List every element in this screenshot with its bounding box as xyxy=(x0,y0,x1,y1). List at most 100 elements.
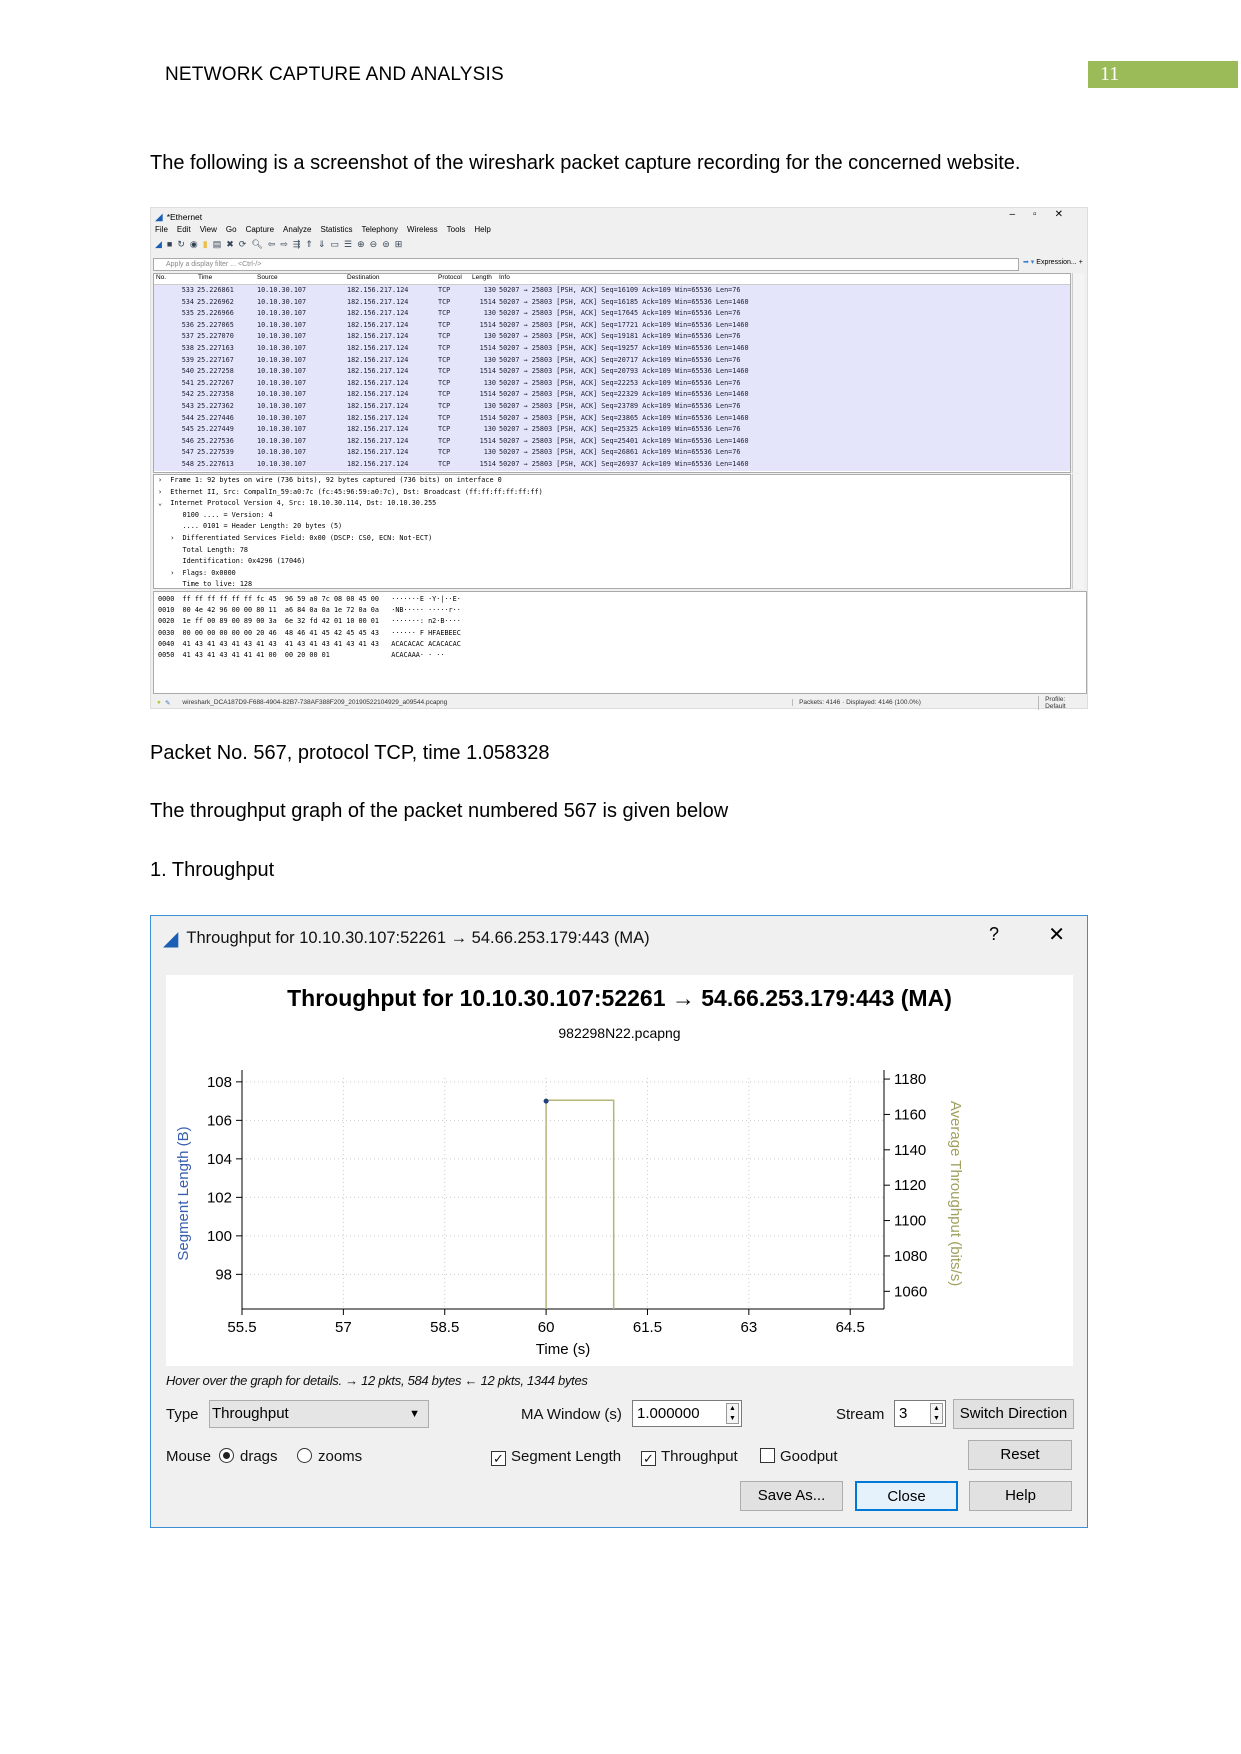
detail-line[interactable]: › Differentiated Services Field: 0x00 (D… xyxy=(158,533,1070,545)
table-row[interactable]: 533 25.226861 10.10.30.107 182.156.217.124 T… xyxy=(154,285,1070,297)
packet-list-scrollbar[interactable] xyxy=(1072,273,1084,473)
type-select[interactable]: Throughput ▼ xyxy=(209,1400,429,1428)
switch-direction-button[interactable]: Switch Direction xyxy=(953,1399,1074,1429)
table-row[interactable]: 536 25.227065 10.10.30.107 182.156.217.124 T… xyxy=(154,319,1070,332)
menu-analyze[interactable]: Analyze xyxy=(283,225,311,234)
table-row[interactable]: 540 25.227258 10.10.30.107 182.156.217.124 T… xyxy=(154,366,1070,378)
resize-columns-icon[interactable]: ⊞ xyxy=(395,239,403,250)
drags-radio[interactable]: drags xyxy=(219,1448,278,1465)
table-row[interactable]: 548 25.227613 10.10.30.107 182.156.217.124 T… xyxy=(154,458,1070,471)
options-icon[interactable]: ◉ xyxy=(190,239,198,250)
table-row[interactable]: 543 25.227362 10.10.30.107 182.156.217.124 T… xyxy=(154,400,1070,413)
reload-icon[interactable]: ⟳ xyxy=(239,239,247,250)
profile[interactable]: Profile: Default xyxy=(1038,695,1087,710)
table-row[interactable]: 544 25.227446 10.10.30.107 182.156.217.124 T… xyxy=(154,412,1070,425)
table-row[interactable]: 539 25.227167 10.10.30.107 182.156.217.124 T… xyxy=(154,354,1070,367)
detail-line[interactable]: Total Length: 78 xyxy=(158,545,1070,557)
forward-icon[interactable]: ⇨ xyxy=(280,239,288,250)
throughput-checkbox[interactable]: ✓ Throughput xyxy=(641,1448,738,1466)
column-header-length[interactable]: Length xyxy=(472,274,492,281)
menu-tools[interactable]: Tools xyxy=(447,225,466,234)
cell: 545 xyxy=(181,425,194,434)
restart-icon[interactable]: ↻ xyxy=(177,239,185,250)
menu-wireless[interactable]: Wireless xyxy=(407,225,438,234)
column-header-source[interactable]: Source xyxy=(257,274,278,281)
display-filter-input[interactable]: Apply a display filter ... <Ctrl-/> xyxy=(153,258,1019,271)
ma-window-spinbox[interactable]: 1.000000 ▲ ▼ xyxy=(632,1400,742,1427)
close-icon[interactable]: ✕ xyxy=(1048,922,1065,947)
expression-button[interactable]: ➡ ▾ Expression... + xyxy=(1023,258,1083,266)
colorize-icon[interactable]: ☰ xyxy=(344,239,352,250)
table-row[interactable]: 547 25.227539 10.10.30.107 182.156.217.124 T… xyxy=(154,447,1070,459)
table-row[interactable]: 541 25.227267 10.10.30.107 182.156.217.124 T… xyxy=(154,377,1070,390)
column-header-destination[interactable]: Destination xyxy=(347,274,380,281)
stream-spinbox[interactable]: 3 ▲ ▼ xyxy=(894,1400,946,1427)
column-header-time[interactable]: Time xyxy=(198,274,212,281)
column-header-protocol[interactable]: Protocol xyxy=(438,274,462,281)
cell: 539 xyxy=(181,355,194,364)
detail-line[interactable]: ⌄ Internet Protocol Version 4, Src: 10.1… xyxy=(158,498,1070,510)
help-icon[interactable]: ? xyxy=(989,924,999,945)
cell: 10.10.30.107 xyxy=(257,320,307,329)
detail-line[interactable]: 0100 .... = Version: 4 xyxy=(158,510,1070,522)
detail-line[interactable]: › Flags: 0x0000 xyxy=(158,568,1070,580)
goto-icon[interactable]: ⇶ xyxy=(293,239,301,250)
segment-length-checkbox[interactable]: ✓ Segment Length xyxy=(491,1448,621,1466)
autoscroll-icon[interactable]: ▭ xyxy=(331,239,340,250)
column-header-no[interactable]: No. xyxy=(156,274,166,281)
reset-button[interactable]: Reset xyxy=(968,1440,1072,1470)
back-icon[interactable]: ⇦ xyxy=(268,239,276,250)
cell: 182.156.217.124 xyxy=(347,390,409,399)
close-file-icon[interactable]: ✖ xyxy=(226,239,234,250)
open-icon[interactable]: ▮ xyxy=(203,239,208,250)
column-header-info[interactable]: Info xyxy=(499,274,510,281)
packet-list[interactable]: No. Time Source Destination Protocol Length In… xyxy=(153,273,1071,473)
table-row[interactable]: 545 25.227449 10.10.30.107 182.156.217.124 T… xyxy=(154,424,1070,436)
window-controls[interactable]: –▫✕ xyxy=(1010,209,1082,220)
menu-capture[interactable]: Capture xyxy=(246,225,274,234)
table-row[interactable]: 537 25.227070 10.10.30.107 182.156.217.124 T… xyxy=(154,331,1070,343)
cell: TCP xyxy=(438,448,451,457)
find-icon[interactable]: 🔍︎ xyxy=(251,239,262,250)
save-icon[interactable]: ▤ xyxy=(213,239,222,250)
table-row[interactable]: 534 25.226962 10.10.30.107 182.156.217.124 T… xyxy=(154,296,1070,309)
last-icon[interactable]: ⇓ xyxy=(318,239,326,250)
zoom-out-icon[interactable]: ⊖ xyxy=(370,239,378,250)
menu-go[interactable]: Go xyxy=(226,225,237,234)
cell: 130 xyxy=(483,401,496,410)
detail-line[interactable]: › Ethernet II, Src: CompalIn_59:a0:7c (f… xyxy=(158,487,1070,499)
table-row[interactable]: 535 25.226966 10.10.30.107 182.156.217.124 T… xyxy=(154,308,1070,320)
packet-bytes[interactable]: 0000 ff ff ff ff ff ff fc 45 96 59 a0 7c… xyxy=(153,591,1087,694)
help-button[interactable]: Help xyxy=(969,1481,1072,1511)
cell: 25.227613 xyxy=(197,459,234,468)
detail-line[interactable]: .... 0101 = Header Length: 20 bytes (5) xyxy=(158,521,1070,533)
packet-details[interactable]: › Frame 1: 92 bytes on wire (736 bits), … xyxy=(153,474,1071,589)
zooms-radio[interactable]: zooms xyxy=(297,1448,362,1465)
details-scrollbar[interactable] xyxy=(1072,474,1084,589)
menu-statistics[interactable]: Statistics xyxy=(321,225,353,234)
goodput-checkbox[interactable]: Goodput xyxy=(760,1448,838,1465)
cell: 130 xyxy=(483,309,496,318)
throughput-chart[interactable]: 55.5 57 58.5 60 61.5 63 64.5 98 100 102 104 106 108 1… xyxy=(166,975,1073,1366)
zoom-in-icon[interactable]: ⊕ xyxy=(357,239,365,250)
table-row[interactable]: 538 25.227163 10.10.30.107 182.156.217.124 T… xyxy=(154,342,1070,355)
menu-file[interactable]: File xyxy=(155,225,168,234)
zoom-reset-icon[interactable]: ⊜ xyxy=(382,239,390,250)
menu-help[interactable]: Help xyxy=(474,225,490,234)
start-capture-icon[interactable]: ◢ xyxy=(155,239,162,250)
stop-icon[interactable]: ■ xyxy=(167,239,172,250)
detail-line[interactable]: Identification: 0x4296 (17046) xyxy=(158,556,1070,568)
menu-view[interactable]: View xyxy=(200,225,217,234)
first-icon[interactable]: ⇑ xyxy=(305,239,313,250)
table-row[interactable]: 546 25.227536 10.10.30.107 182.156.217.124 T… xyxy=(154,435,1070,448)
table-row[interactable]: 542 25.227358 10.10.30.107 182.156.217.124 T… xyxy=(154,389,1070,401)
close-button[interactable]: Close xyxy=(855,1481,958,1511)
detail-line[interactable]: Time to live: 128 xyxy=(158,579,1070,588)
graph-panel[interactable]: Throughput for 10.10.30.107:52261 → 54.6… xyxy=(166,975,1073,1366)
cell: 50207 → 25803 [PSH, ACK] Seq=26861 Ack=1… xyxy=(499,448,741,457)
detail-line[interactable]: › Frame 1: 92 bytes on wire (736 bits), … xyxy=(158,475,1070,487)
save-as-button[interactable]: Save As... xyxy=(740,1481,843,1511)
menu-telephony[interactable]: Telephony xyxy=(362,225,398,234)
edit-icon[interactable]: ✎ xyxy=(165,699,170,707)
menu-edit[interactable]: Edit xyxy=(177,225,191,234)
